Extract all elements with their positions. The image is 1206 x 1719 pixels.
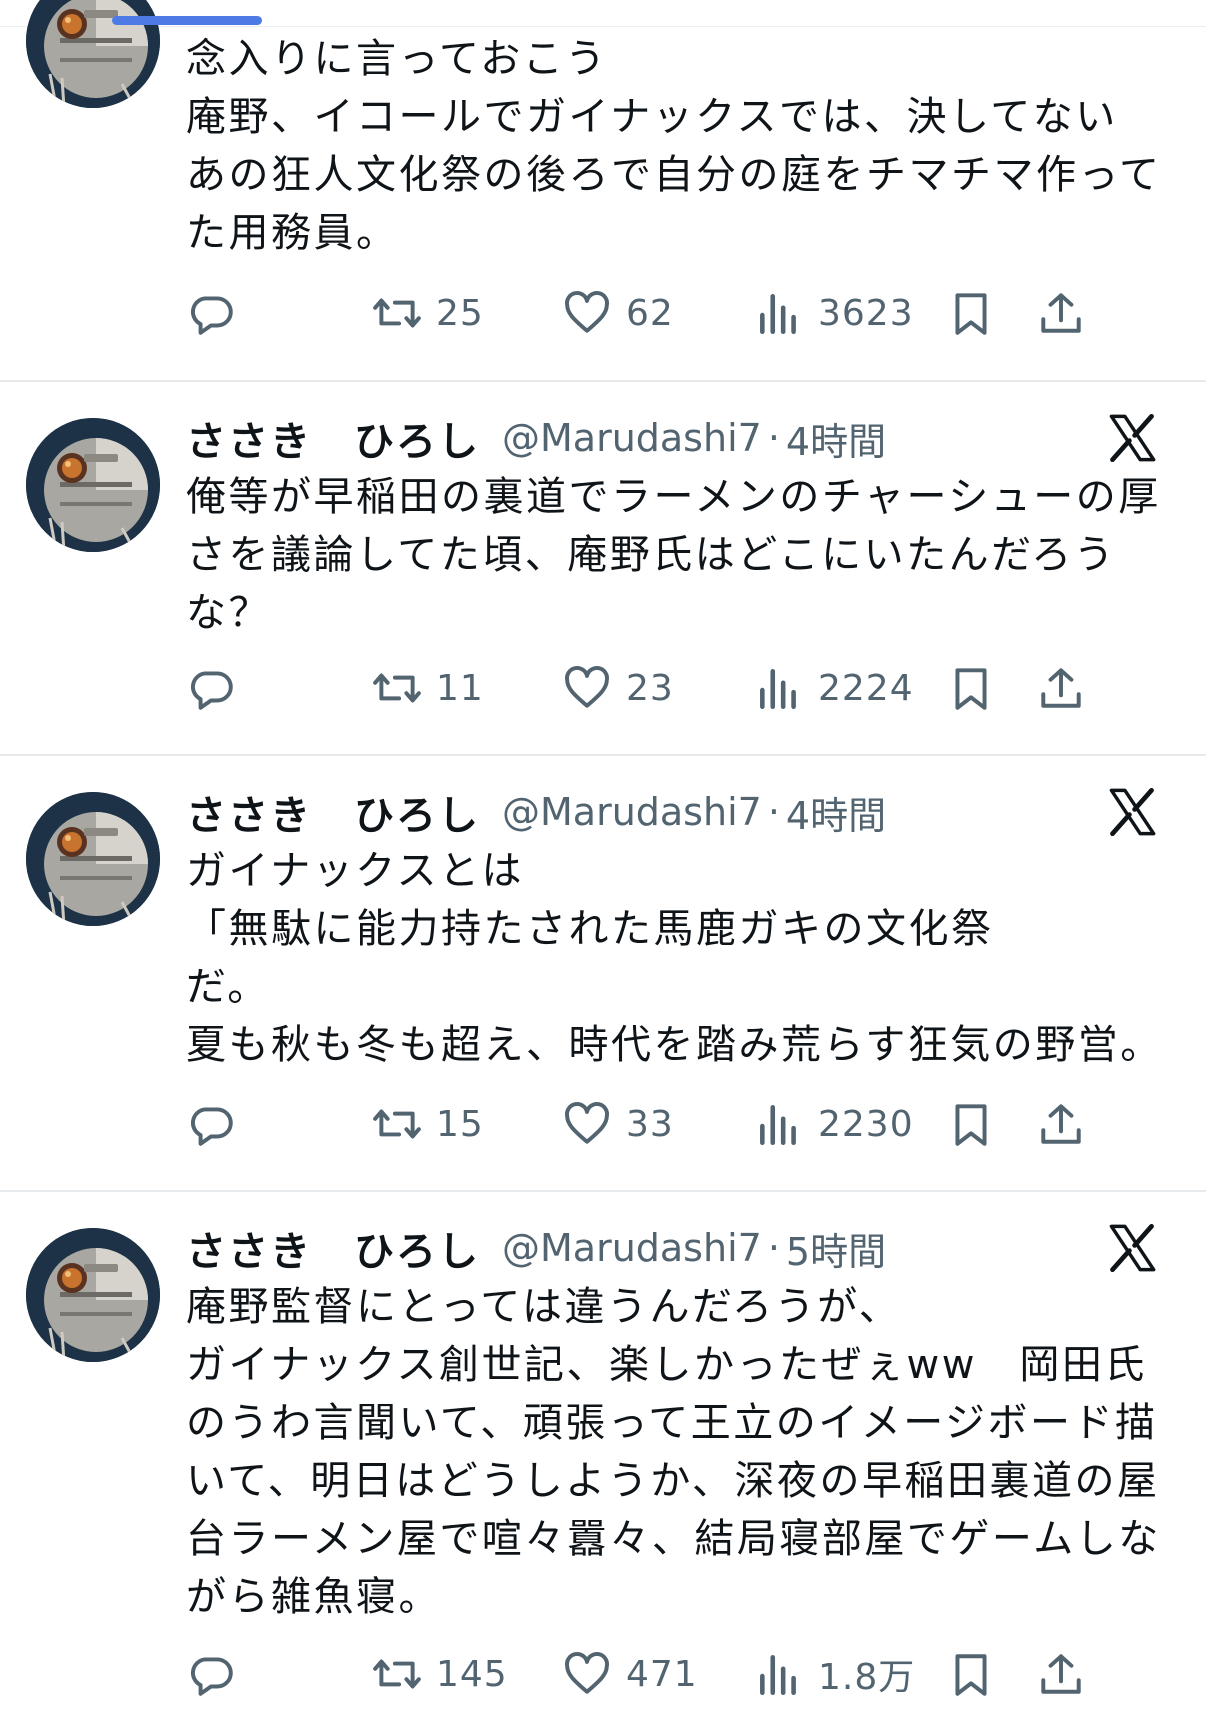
heart-icon (565, 1102, 609, 1144)
like-button[interactable]: 62 (562, 283, 674, 343)
like-button[interactable]: 23 (562, 658, 674, 718)
tweet-header: ささき ひろし @Marudashi7 · 4時間 (186, 410, 1186, 466)
share-button[interactable] (1036, 658, 1086, 718)
x-logo-icon (1109, 1223, 1156, 1273)
share-icon (1041, 668, 1081, 708)
tweet-text: 俺等が早稲田の裏道でラーメンのチャーシューの厚さを議論してた頃、庵野氏はどこにい… (186, 474, 1161, 636)
separator-dot: · (767, 790, 780, 834)
tweet-divider (0, 1190, 1206, 1192)
reply-icon (190, 1657, 233, 1696)
views-icon (760, 1105, 796, 1146)
bookmark-icon (955, 293, 987, 335)
tweet-text: ガイナックスとは 「無駄に能力持たされた馬鹿ガキの文化祭 だ。 夏も秋も冬も超え… (186, 848, 1163, 1068)
views-count: 2230 (818, 1103, 914, 1145)
bookmark-button[interactable] (946, 283, 996, 343)
retweet-count: 15 (436, 1103, 484, 1145)
views-count: 1.8万 (818, 1657, 916, 1698)
author-handle[interactable]: @Marudashi7 (502, 790, 762, 834)
reply-icon (190, 296, 233, 335)
separator-dot: · (767, 416, 780, 460)
retweet-count: 11 (436, 667, 484, 709)
bookmark-icon (955, 668, 987, 710)
retweet-count: 25 (436, 292, 484, 334)
bookmark-icon (955, 1654, 987, 1696)
tweet-divider (0, 380, 1206, 382)
share-button[interactable] (1036, 1094, 1086, 1154)
reply-button[interactable] (186, 1094, 250, 1154)
reply-button[interactable] (186, 1644, 250, 1704)
tweet-actions: 145 471 1.8万 (186, 1644, 1176, 1704)
timestamp[interactable]: 4時間 (786, 411, 886, 466)
avatar[interactable] (26, 792, 160, 926)
tweet-header: ささき ひろし @Marudashi7 · 4時間 (186, 784, 1186, 840)
reply-button[interactable] (186, 658, 250, 718)
share-icon (1041, 1104, 1081, 1144)
views-button[interactable]: 2230 (754, 1094, 914, 1154)
avatar[interactable] (26, 418, 160, 552)
reply-button[interactable] (186, 283, 250, 343)
bookmark-button[interactable] (946, 1094, 996, 1154)
x-logo-icon (1109, 787, 1156, 837)
share-button[interactable] (1036, 283, 1086, 343)
heart-icon (565, 1652, 609, 1694)
tweet-header: ささき ひろし @Marudashi7 · 5時間 (186, 1220, 1186, 1276)
timestamp[interactable]: 4時間 (786, 785, 886, 840)
views-icon (760, 294, 796, 335)
share-icon (1041, 293, 1081, 333)
heart-icon (565, 666, 609, 708)
share-icon (1041, 1654, 1081, 1694)
reply-icon (190, 671, 233, 710)
like-count: 62 (626, 292, 674, 334)
retweet-count: 145 (436, 1653, 508, 1695)
retweet-button[interactable]: 11 (372, 658, 484, 718)
timestamp[interactable]: 5時間 (786, 1221, 886, 1276)
tweet-actions: 25 62 3623 (186, 283, 1176, 343)
views-count: 2224 (818, 667, 914, 709)
tweet-actions: 15 33 2230 (186, 1094, 1176, 1154)
tweet-text: 庵野監督にとっては違うんだろうが、 ガイナックス創世記、楽しかったぜぇww 岡田… (186, 1284, 1161, 1620)
retweet-button[interactable]: 145 (372, 1644, 508, 1704)
like-button[interactable]: 33 (562, 1094, 674, 1154)
avatar[interactable] (26, 1228, 160, 1362)
retweet-icon (373, 673, 421, 703)
tweet-divider (0, 754, 1206, 756)
retweet-button[interactable]: 15 (372, 1094, 484, 1154)
views-icon (760, 1655, 796, 1696)
views-count: 3623 (818, 292, 914, 334)
author-name[interactable]: ささき ひろし (186, 409, 480, 467)
author-handle[interactable]: @Marudashi7 (502, 416, 762, 460)
views-icon (760, 669, 796, 710)
like-count: 33 (626, 1103, 674, 1145)
like-button[interactable]: 471 (562, 1644, 698, 1704)
x-logo-icon (1109, 413, 1156, 463)
retweet-button[interactable]: 25 (372, 283, 484, 343)
views-button[interactable]: 2224 (754, 658, 914, 718)
like-count: 471 (626, 1653, 698, 1695)
top-divider (0, 26, 1206, 27)
bookmark-button[interactable] (946, 658, 996, 718)
retweet-icon (373, 1109, 421, 1139)
reply-icon (190, 1107, 233, 1146)
bookmark-button[interactable] (946, 1644, 996, 1704)
author-name[interactable]: ささき ひろし (186, 1219, 480, 1277)
tweet-text: 念入りに言っておこう 庵野、イコールでガイナックスでは、決してない あの狂人文化… (186, 36, 1162, 256)
bookmark-icon (955, 1104, 987, 1146)
tweet-actions: 11 23 2224 (186, 658, 1176, 718)
separator-dot: · (767, 1226, 780, 1270)
author-name[interactable]: ささき ひろし (186, 783, 480, 841)
share-button[interactable] (1036, 1644, 1086, 1704)
retweet-icon (373, 1659, 421, 1689)
views-button[interactable]: 1.8万 (754, 1644, 915, 1704)
like-count: 23 (626, 667, 674, 709)
heart-icon (565, 291, 609, 333)
scroll-indicator[interactable] (112, 16, 262, 25)
views-button[interactable]: 3623 (754, 283, 914, 343)
retweet-icon (373, 298, 421, 328)
author-handle[interactable]: @Marudashi7 (502, 1226, 762, 1270)
